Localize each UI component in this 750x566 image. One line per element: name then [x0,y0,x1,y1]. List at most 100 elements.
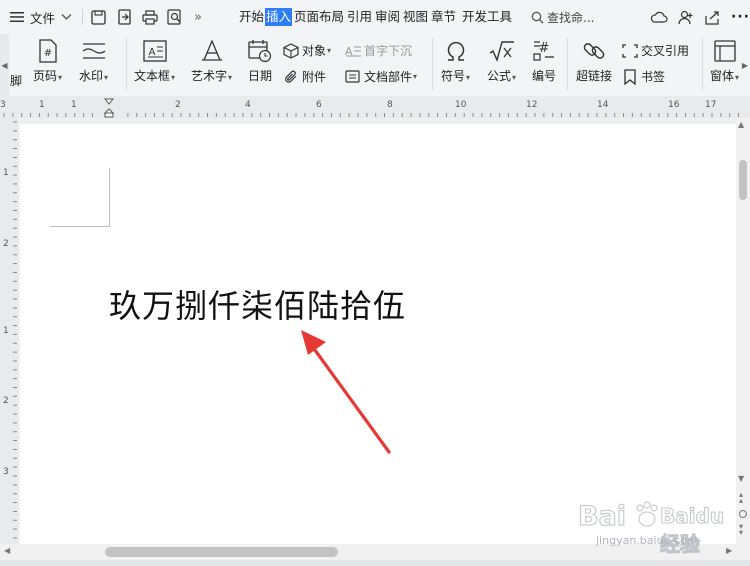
bookmark-button[interactable]: 书签 [622,68,665,85]
tab-page-layout[interactable]: 页面布局 [293,8,345,26]
tab-home[interactable]: 开始 [238,8,265,26]
square-root-icon [489,41,514,62]
previous-page-icon[interactable]: ▴ ▴ [739,491,743,505]
divider [126,38,127,90]
page-number-icon: # [38,39,57,63]
dropcap-button[interactable]: A 首字下沉 [345,42,412,59]
watermark-icon [82,43,105,59]
hyperlink-button[interactable]: 超链接 [576,38,612,84]
menu-bar: 文件 » 开始 插入 页面布局 引用 审阅 视图 章节 开发工具 查找命... … [0,0,750,34]
date-label: 日期 [248,69,273,83]
save-button[interactable] [91,0,106,34]
horizontal-ruler[interactable]: 3 1 1 2 4 6 8 10 12 14 16 17 [0,96,750,119]
cross-reference-icon [622,43,638,58]
form-window-icon [713,40,736,62]
share-collaborate-button[interactable] [678,0,694,34]
indent-marker-icon[interactable] [104,98,114,118]
attachment-button[interactable]: 附件 [283,68,326,85]
footer-label: 脚 [10,74,23,88]
ruler-number: 17 [705,100,717,110]
vertical-scroll-thumb[interactable] [739,160,747,200]
tab-chapter[interactable]: 章节 [430,8,457,26]
chevron-down-icon [61,14,72,20]
ruler-number: 1 [71,100,77,110]
cloud-sync-button[interactable] [650,0,668,34]
textbox-button[interactable]: A 文本框▾ [134,38,175,84]
document-parts-button[interactable]: 文档部件 ▾ [345,68,417,85]
caret-down-icon: ▾ [171,73,176,82]
caret-down-icon: ▾ [466,73,471,82]
print-button[interactable] [142,0,158,34]
footer-button[interactable]: 脚 [10,69,22,89]
divider [702,38,703,90]
form-window-button[interactable]: 窗体▾ [710,38,739,84]
ruler-number: 12 [526,100,538,110]
export-pdf-button[interactable] [117,0,133,34]
ruler-number: 2 [3,239,9,249]
textbox-icon: A [142,40,167,62]
bookmark-label: 书签 [641,70,666,84]
form-window-label: 窗体 [710,69,735,83]
next-page-icon[interactable]: ▾ ▾ [739,523,743,537]
ruler-number: 14 [597,100,609,110]
print-preview-button[interactable] [167,0,183,34]
ruler-number: 2 [175,100,181,110]
caret-right-icon: ▶ [741,60,749,70]
horizontal-scroll-thumb[interactable] [105,547,338,557]
ruler-number: 4 [245,100,251,110]
more-quick-access-button[interactable]: » [194,0,202,34]
more-options-button[interactable]: ··· [731,0,750,34]
ruler-number: 6 [316,100,322,110]
omega-icon [447,41,464,61]
svg-text:#: # [43,48,51,59]
caret-down-icon: ▾ [228,73,233,82]
divider [82,9,83,25]
wordart-label: 艺术字 [191,69,228,83]
export-icon [118,9,131,25]
watermark-label: 水印 [79,69,104,83]
paperclip-icon [285,70,297,83]
tab-review[interactable]: 审阅 [374,8,401,26]
share-button[interactable] [705,0,720,34]
ribbon-scroll-left-button[interactable]: ◀ [0,34,9,96]
vertical-ruler[interactable]: 1 2 1 2 3 [0,118,18,544]
formula-label: 公式 [487,69,512,83]
wordart-button[interactable]: 艺术字▾ [191,38,232,84]
status-bar-strip [0,560,750,566]
tab-view[interactable]: 视图 [402,8,429,26]
annotation-arrow [301,330,391,454]
symbol-button[interactable]: 符号▾ [441,38,470,84]
scroll-left-icon[interactable]: ◀ [4,546,10,555]
watermark-button[interactable]: 水印▾ [79,38,108,84]
margin-corner-marker [50,226,109,227]
search-icon [531,11,544,23]
baidu-jingyan-watermark: Bai Baidu经验 jingyan.baidu.com [578,498,738,556]
ruler-number: 2 [3,396,9,406]
svg-text:A: A [148,47,155,58]
document-parts-icon [345,70,360,83]
share-icon [705,10,719,25]
cross-reference-button[interactable]: 交叉引用 [622,42,689,59]
ruler-number: 16 [668,100,680,110]
command-search[interactable]: 查找命... [531,8,594,26]
select-browse-object-icon[interactable] [739,510,747,518]
object-button[interactable]: 对象 ▾ [283,42,331,59]
margin-corner-marker [109,168,110,227]
page-number-button[interactable]: # 页码▾ [33,38,62,84]
textbox-label: 文本框 [134,69,171,83]
scroll-down-icon[interactable]: ▼ [738,474,744,483]
hyperlink-label: 超链接 [576,69,613,83]
date-button[interactable]: 日期 [248,38,272,84]
app-menu-button[interactable]: 文件 [10,0,72,34]
formula-button[interactable]: 公式▾ [487,38,516,84]
numbering-button[interactable]: # 编号 [531,38,557,84]
vertical-scrollbar[interactable]: ▲ ▼ ▴ ▴ ▾ ▾ [736,118,750,544]
tab-insert[interactable]: 插入 [265,8,293,26]
svg-text:Bai: Bai [578,501,626,532]
tab-references[interactable]: 引用 [346,8,373,26]
tab-developer[interactable]: 开发工具 [461,8,513,26]
cube-icon [283,42,299,59]
ribbon-scroll-right-button[interactable]: ▶ [740,34,750,96]
dropcap-label: 首字下沉 [364,44,413,58]
scroll-up-icon[interactable]: ▲ [738,120,744,129]
